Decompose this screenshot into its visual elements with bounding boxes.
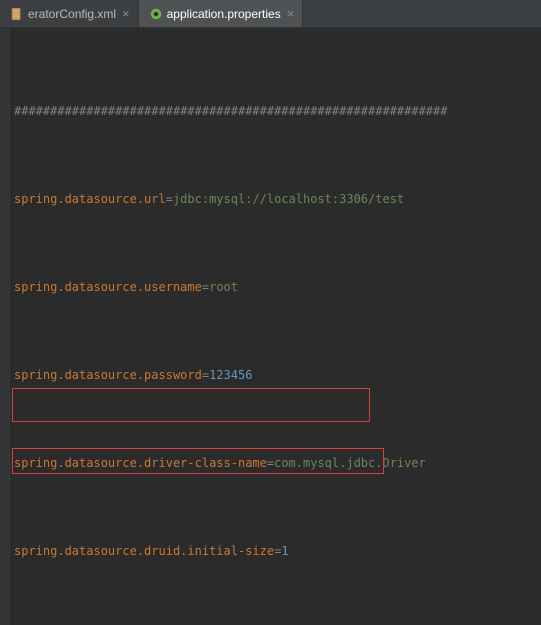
tab-label: application.properties <box>167 7 281 21</box>
xml-file-icon <box>10 7 24 21</box>
spring-file-icon <box>149 7 163 21</box>
prop-key: spring.datasource.url <box>14 192 166 206</box>
gutter <box>0 28 10 625</box>
prop-val: 1 <box>281 544 288 558</box>
prop-key: spring.datasource.password <box>14 368 202 382</box>
prop-val: 123456 <box>209 368 252 382</box>
tab-label: eratorConfig.xml <box>28 7 116 21</box>
code-editor[interactable]: ########################################… <box>10 28 541 625</box>
prop-val: root <box>209 280 238 294</box>
tab-erator-config[interactable]: eratorConfig.xml × <box>0 0 139 27</box>
editor-area: ########################################… <box>0 28 541 625</box>
close-icon[interactable]: × <box>287 7 295 20</box>
annotation-box <box>12 388 370 422</box>
prop-key: spring.datasource.druid.initial-size <box>14 544 274 558</box>
close-icon[interactable]: × <box>122 7 130 20</box>
tab-bar: eratorConfig.xml × application.propertie… <box>0 0 541 28</box>
comment: ########################################… <box>14 104 447 118</box>
tab-application-properties[interactable]: application.properties × <box>139 0 304 27</box>
prop-val: jdbc:mysql://localhost:3306/test <box>173 192 404 206</box>
prop-key: spring.datasource.driver-class-name <box>14 456 267 470</box>
prop-key: spring.datasource.username <box>14 280 202 294</box>
prop-val: com.mysql.jdbc.Driver <box>274 456 426 470</box>
